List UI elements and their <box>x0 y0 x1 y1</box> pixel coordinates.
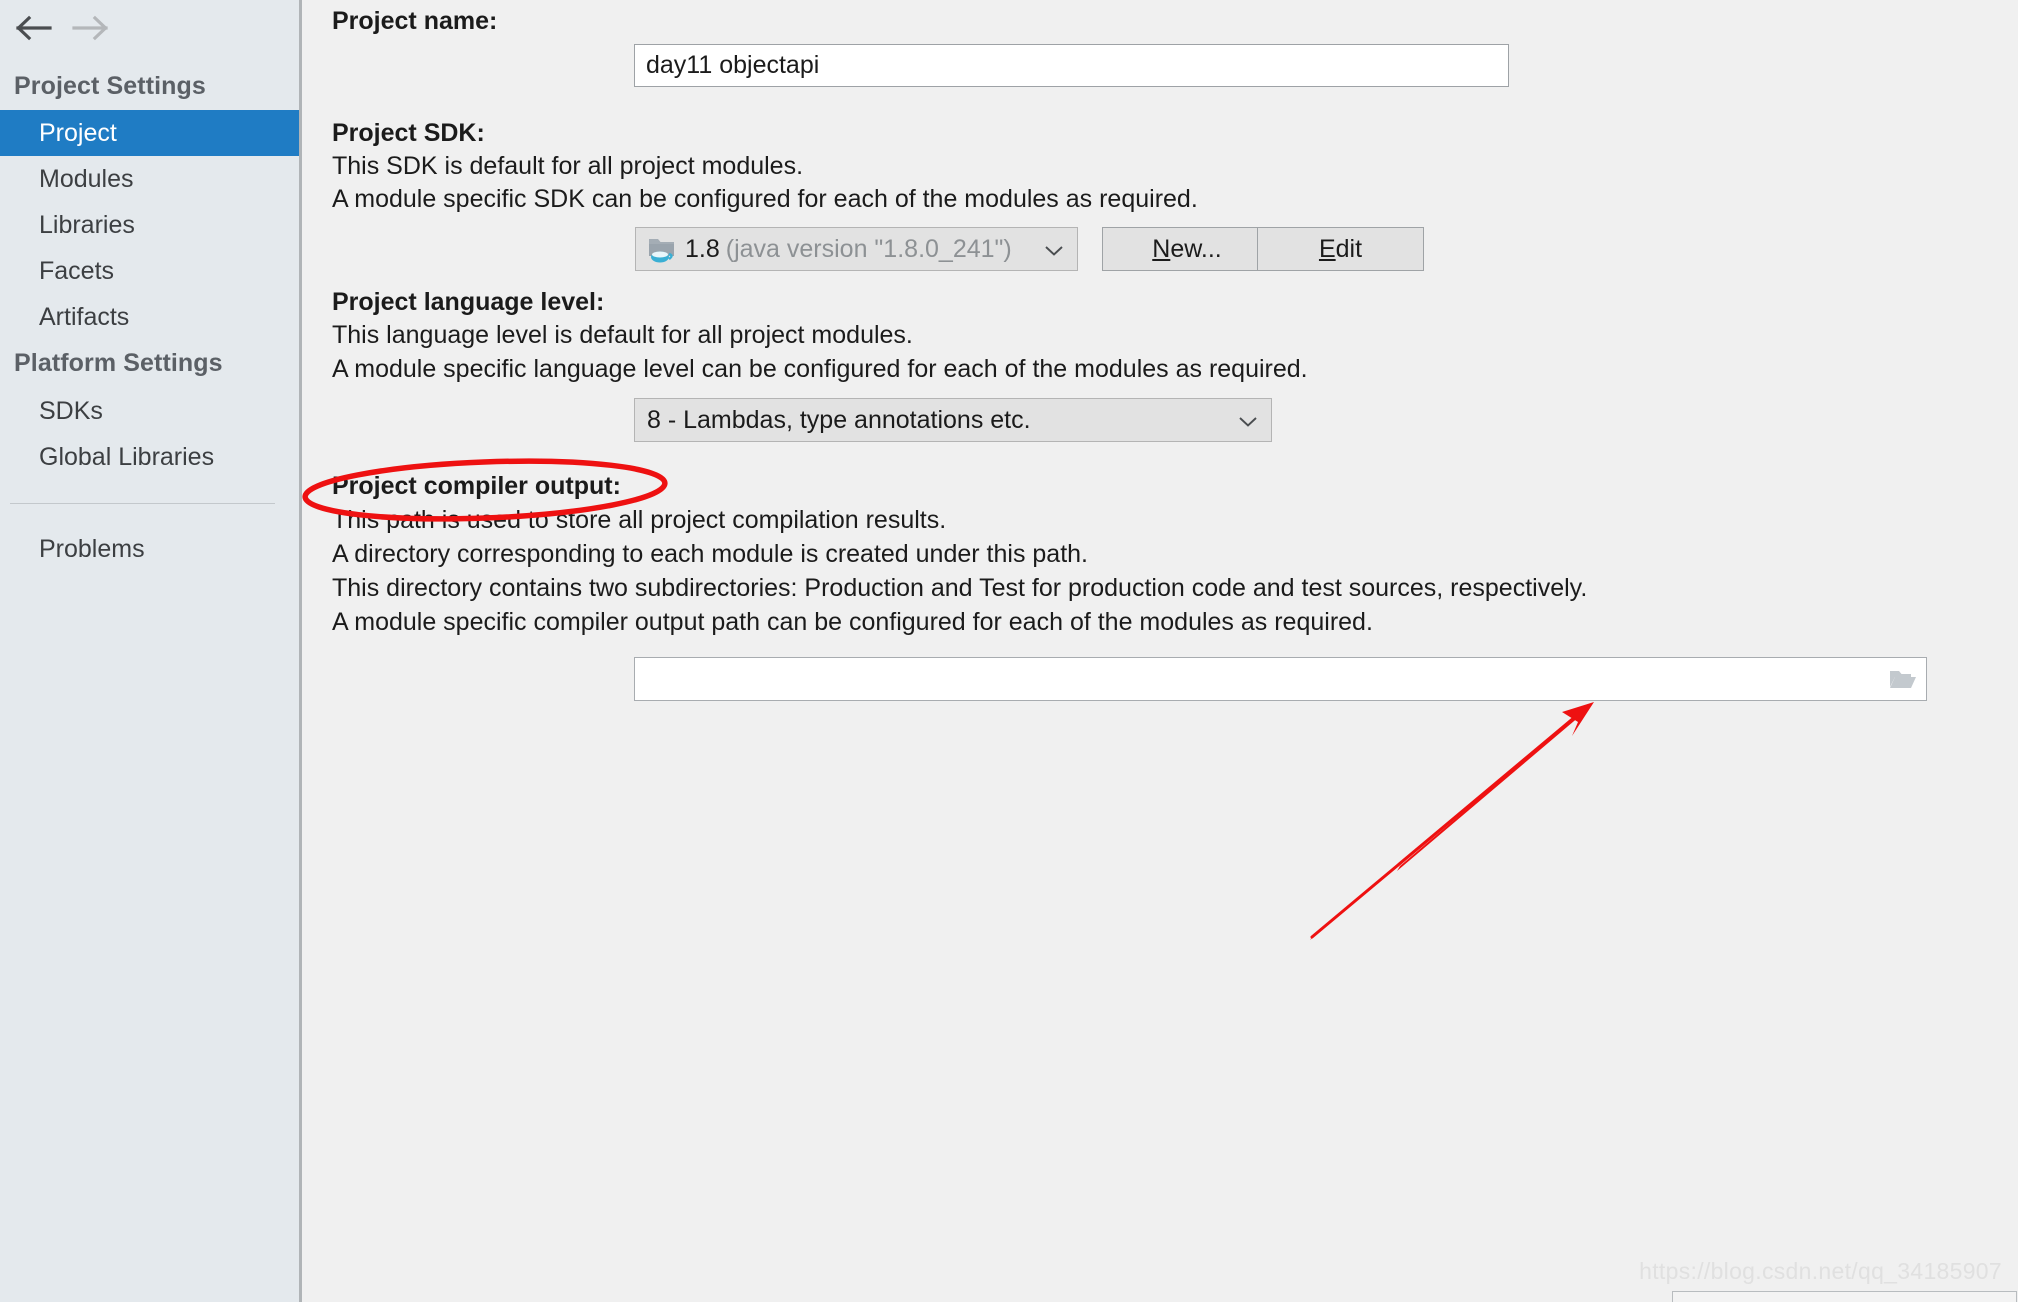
project-settings-panel: Project name: Project SDK: This SDK is d… <box>302 0 2018 1302</box>
settings-window: Project Settings Project Modules Librari… <box>0 0 2018 1302</box>
arrow-left-icon <box>16 15 52 41</box>
sidebar-item-label: Artifacts <box>39 302 130 331</box>
compiler-output-browse-button[interactable] <box>1880 658 1926 700</box>
java-sdk-folder-icon <box>647 235 677 263</box>
new-sdk-button-label: ew... <box>1170 234 1222 263</box>
sidebar-item-modules[interactable]: Modules <box>0 156 299 202</box>
forward-button[interactable] <box>66 8 112 48</box>
sidebar-item-label: SDKs <box>39 396 103 425</box>
project-sdk-name: 1.8 <box>685 234 720 263</box>
compiler-output-desc-line-3: This directory contains two subdirectori… <box>332 574 1588 602</box>
language-level-value: 8 - Lambdas, type annotations etc. <box>647 405 1031 434</box>
sidebar-item-label: Modules <box>39 164 134 193</box>
sidebar-item-artifacts[interactable]: Artifacts <box>0 294 299 340</box>
language-level-desc-line-2: A module specific language level can be … <box>332 355 1308 383</box>
project-sdk-desc-line-1: This SDK is default for all project modu… <box>332 152 804 180</box>
compiler-output-input[interactable] <box>635 658 1880 700</box>
sidebar-item-label: Project <box>39 118 117 147</box>
language-level-desc-line-1: This language level is default for all p… <box>332 321 913 349</box>
sidebar-item-libraries[interactable]: Libraries <box>0 202 299 248</box>
sidebar-item-label: Facets <box>39 256 115 285</box>
project-sdk-version: (java version "1.8.0_241") <box>725 234 1012 263</box>
compiler-output-desc-line-1: This path is used to store all project c… <box>332 506 947 534</box>
sidebar-separator <box>10 503 275 504</box>
new-sdk-button[interactable]: New... <box>1102 227 1272 271</box>
chevron-down-icon <box>1045 244 1063 256</box>
sidebar-item-label: Libraries <box>39 210 135 239</box>
chevron-down-icon <box>1239 415 1257 427</box>
project-sdk-label: Project SDK: <box>332 119 485 147</box>
project-name-label: Project name: <box>332 7 498 35</box>
sidebar-item-problems[interactable]: Problems <box>0 526 299 572</box>
compiler-output-label: Project compiler output: <box>332 472 621 500</box>
sidebar-item-project[interactable]: Project <box>0 110 299 156</box>
sidebar-item-label: Global Libraries <box>39 442 215 471</box>
edit-sdk-button[interactable]: Edit <box>1257 227 1424 271</box>
language-level-label: Project language level: <box>332 288 605 316</box>
settings-sidebar: Project Settings Project Modules Librari… <box>0 0 299 1302</box>
new-sdk-button-mnemonic: N <box>1152 234 1171 263</box>
arrow-right-icon <box>72 15 108 41</box>
compiler-output-desc-line-4: A module specific compiler output path c… <box>332 608 1373 636</box>
navigation-arrows <box>12 8 142 48</box>
sidebar-group-project-settings: Project Settings <box>14 72 206 100</box>
folder-open-icon <box>1890 671 1916 688</box>
project-sdk-desc-line-2: A module specific SDK can be configured … <box>332 185 1198 213</box>
compiler-output-field[interactable] <box>634 657 1927 701</box>
sidebar-item-label: Problems <box>39 534 145 563</box>
sidebar-item-facets[interactable]: Facets <box>0 248 299 294</box>
dialog-bottom-strip <box>1672 1291 2017 1302</box>
edit-sdk-button-mnemonic: E <box>1318 234 1336 263</box>
compiler-output-desc-line-2: A directory corresponding to each module… <box>332 540 1088 568</box>
project-name-input[interactable] <box>634 44 1509 87</box>
sidebar-item-global-libraries[interactable]: Global Libraries <box>0 434 299 480</box>
edit-sdk-button-label: dit <box>1335 234 1363 263</box>
sidebar-item-sdks[interactable]: SDKs <box>0 388 299 434</box>
language-level-combobox[interactable]: 8 - Lambdas, type annotations etc. <box>634 398 1272 442</box>
project-sdk-combobox[interactable]: 1.8 (java version "1.8.0_241") <box>635 227 1078 271</box>
back-button[interactable] <box>12 8 58 48</box>
sidebar-group-platform-settings: Platform Settings <box>14 349 223 377</box>
watermark: https://blog.csdn.net/qq_34185907 <box>1639 1258 2002 1284</box>
